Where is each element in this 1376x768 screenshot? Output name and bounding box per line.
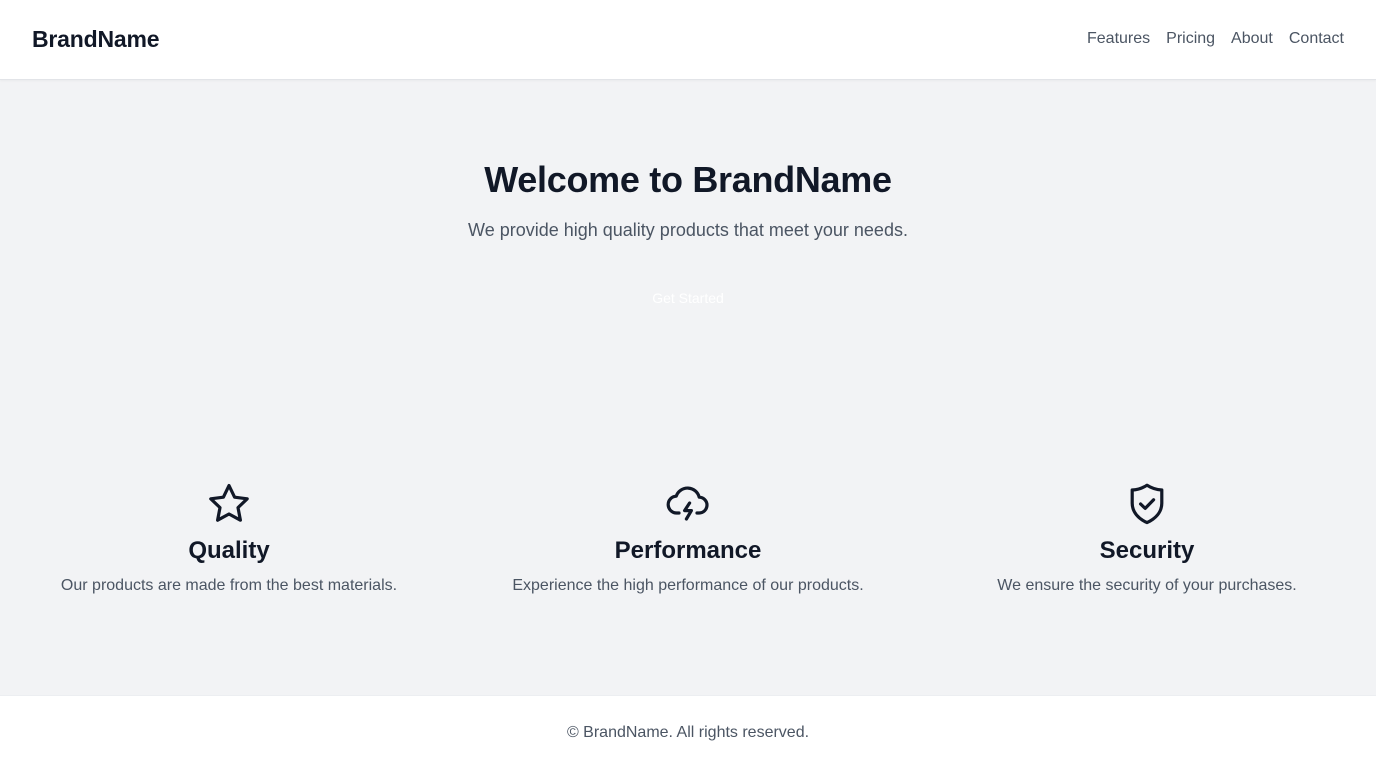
hero-title: Welcome to BrandName [484,159,892,200]
nav-link-features[interactable]: Features [1087,30,1150,48]
feature-security: Security We ensure the security of your … [918,480,1376,595]
brand-logo[interactable]: BrandName [32,26,159,53]
star-icon [209,484,249,522]
get-started-button[interactable]: Get Started [628,278,748,318]
hero-subtitle: We provide high quality products that me… [468,220,908,240]
nav-link-about[interactable]: About [1231,30,1273,48]
feature-title: Performance [614,537,762,564]
feature-description: Our products are made from the best mate… [60,577,398,594]
nav-link-pricing[interactable]: Pricing [1166,30,1215,48]
feature-performance: Performance Experience the high performa… [459,480,917,595]
feature-description: We ensure the security of your purchases… [997,577,1297,594]
main-nav: Features Pricing About Contact [1087,30,1344,48]
features-section: Quality Our products are made from the b… [0,480,1376,610]
nav-link-contact[interactable]: Contact [1289,30,1344,48]
site-footer: © BrandName. All rights reserved. [0,695,1376,768]
copyright-text: © BrandName. All rights reserved. [566,724,810,741]
feature-description: Experience the high performance of our p… [512,577,864,594]
site-header: BrandName Features Pricing About Contact [0,0,1376,80]
shield-check-icon [1130,483,1164,525]
feature-title: Quality [188,537,270,564]
feature-quality: Quality Our products are made from the b… [0,480,458,595]
feature-title: Security [1099,537,1195,564]
cloud-lightning-icon [666,486,709,521]
